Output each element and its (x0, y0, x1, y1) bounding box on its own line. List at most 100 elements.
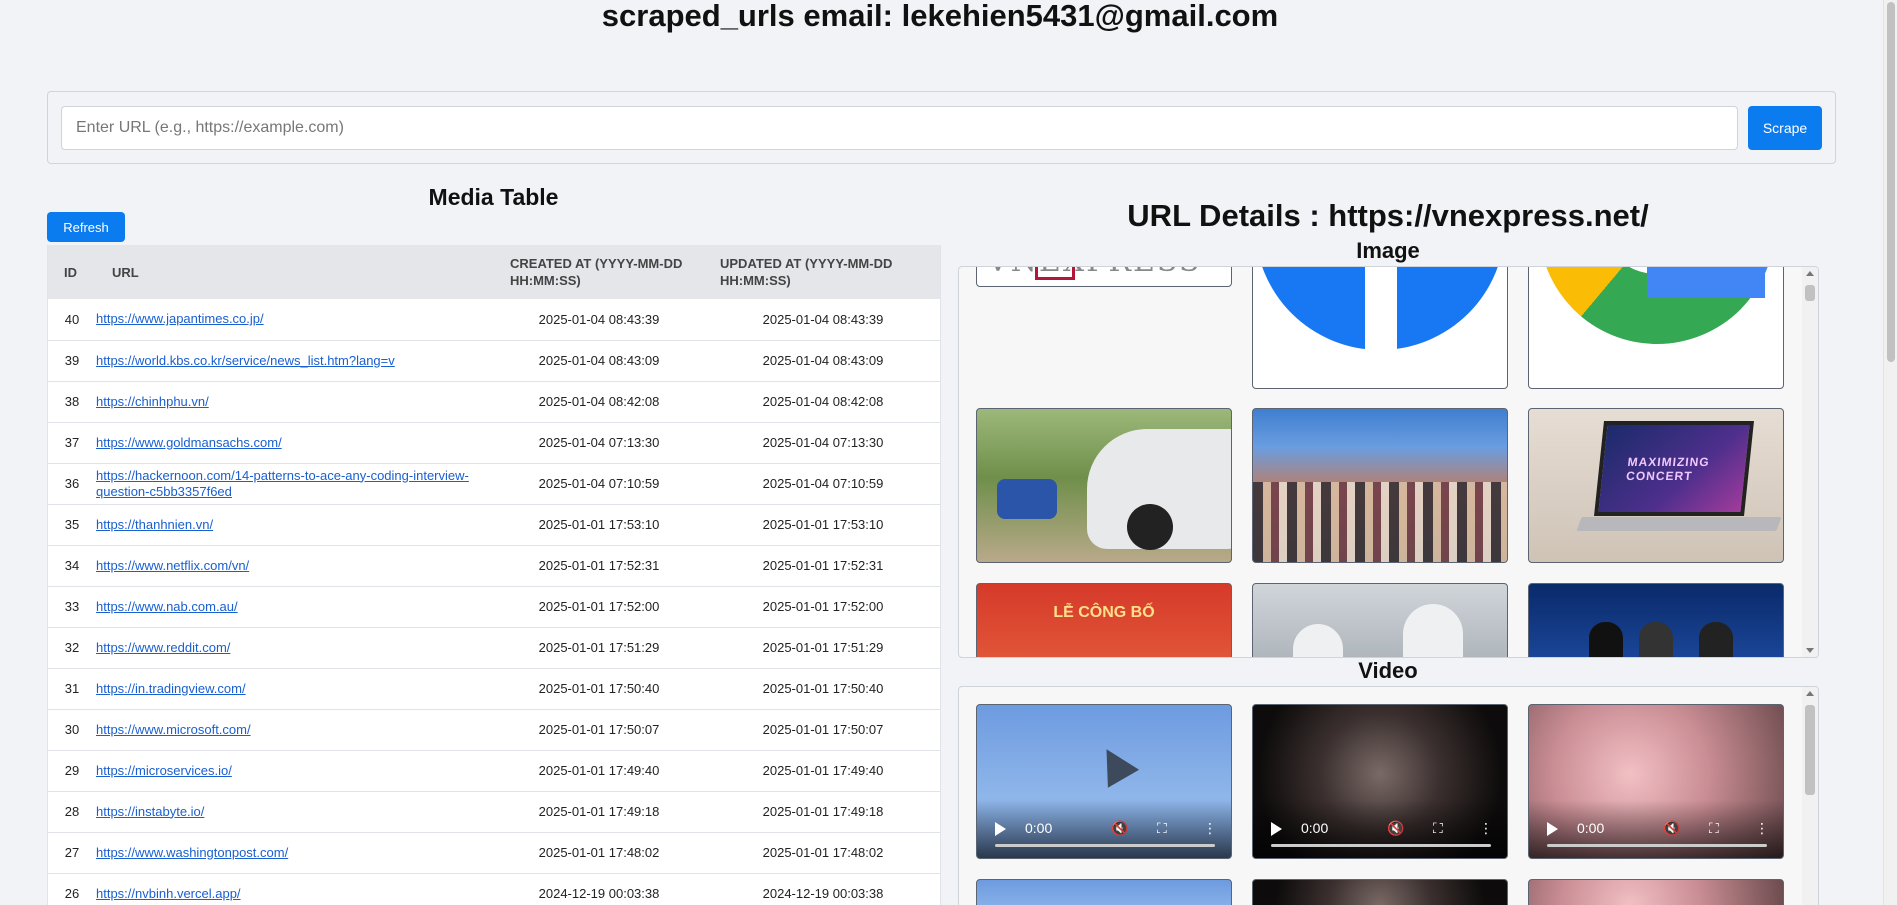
row-url-link[interactable]: https://thanhnien.vn/ (96, 517, 213, 532)
fullscreen-icon[interactable]: ⛶ (1709, 820, 1719, 837)
image-gallery-scrollbar[interactable] (1802, 267, 1818, 657)
page-scrollbar-thumb[interactable] (1887, 2, 1895, 362)
url-input[interactable] (61, 106, 1738, 150)
video-player[interactable] (976, 879, 1232, 905)
row-url-link[interactable]: https://chinhphu.vn/ (96, 394, 209, 409)
row-url-cell: https://world.kbs.co.kr/service/news_lis… (96, 340, 494, 381)
more-options-icon[interactable]: ⋮ (1203, 820, 1217, 837)
row-url-cell: https://www.japantimes.co.jp/ (96, 299, 494, 340)
laptop-concert-photo: MAXIMIZING CONCERT (1528, 408, 1784, 563)
image-section-label: Image (1356, 238, 1420, 263)
row-updated-at: 2025-01-04 07:13:30 (762, 435, 884, 450)
row-id: 35 (64, 517, 80, 532)
video-progress-bar[interactable] (1271, 844, 1491, 847)
scrape-button[interactable]: Scrape (1748, 106, 1822, 150)
table-body: 40 https://www.japantimes.co.jp/2025-01-0… (48, 299, 940, 905)
row-url-cell: https://nvbinh.vercel.app/ (96, 873, 494, 905)
play-icon[interactable] (1547, 822, 1558, 836)
play-icon[interactable] (995, 822, 1006, 836)
scroll-down-arrow-icon[interactable] (1806, 648, 1814, 653)
row-url-link[interactable]: https://hackernoon.com/14-patterns-to-ac… (96, 468, 469, 499)
row-created-at: 2025-01-04 07:13:30 (538, 435, 660, 450)
fullscreen-icon[interactable]: ⛶ (1433, 820, 1443, 837)
video-player[interactable]: 0:00 🔇 ⛶ ⋮ (1528, 704, 1784, 859)
electric-car-photo (976, 408, 1232, 563)
more-options-icon[interactable]: ⋮ (1479, 820, 1493, 837)
scroll-up-arrow-icon[interactable] (1806, 691, 1814, 696)
row-updated-at: 2025-01-01 17:49:18 (762, 804, 884, 819)
more-options-icon[interactable]: ⋮ (1755, 820, 1769, 837)
video-time: 0:00 (1577, 820, 1605, 836)
row-updated-at: 2025-01-01 17:48:02 (762, 845, 884, 860)
fullscreen-icon[interactable]: ⛶ (1157, 820, 1167, 837)
row-updated-at: 2025-01-01 17:50:40 (762, 681, 884, 696)
volume-icon[interactable]: 🔇 (1387, 820, 1404, 837)
conference-stage-photo (1528, 583, 1784, 657)
row-url-link[interactable]: https://microservices.io/ (96, 763, 232, 778)
video-controls: 0:00 🔇 ⛶ ⋮ (1529, 800, 1783, 858)
row-url-link[interactable]: https://www.reddit.com/ (96, 640, 230, 655)
row-updated-at: 2024-12-19 00:03:38 (762, 886, 884, 901)
row-url-link[interactable]: https://www.japantimes.co.jp/ (96, 311, 264, 326)
row-url-link[interactable]: https://instabyte.io/ (96, 804, 204, 819)
table-row: 32 https://www.reddit.com/2025-01-01 17:5… (48, 627, 940, 668)
row-url-cell: https://www.washingtonpost.com/ (96, 832, 494, 873)
row-url-link[interactable]: https://www.washingtonpost.com/ (96, 845, 288, 860)
video-player[interactable]: 0:00 🔇 ⛶ ⋮ (1252, 704, 1508, 859)
volume-icon[interactable]: 🔇 (1663, 820, 1680, 837)
row-url-cell: https://instabyte.io/ (96, 791, 494, 832)
row-url-link[interactable]: https://www.goldmansachs.com/ (96, 435, 282, 450)
image-gallery: VNEXPRESS MAXIMIZING CONCERT LỄ CÔNG BỐ (958, 266, 1819, 658)
row-url-link[interactable]: https://www.microsoft.com/ (96, 722, 251, 737)
refresh-button[interactable]: Refresh (47, 212, 125, 242)
row-id: 38 (64, 394, 80, 409)
play-icon[interactable] (1271, 822, 1282, 836)
row-url-cell: https://in.tradingview.com/ (96, 668, 494, 709)
row-created-at: 2025-01-01 17:52:31 (538, 558, 660, 573)
row-url-link[interactable]: https://www.netflix.com/vn/ (96, 558, 249, 573)
scroll-up-arrow-icon[interactable] (1806, 271, 1814, 276)
row-url-cell: https://www.reddit.com/ (96, 627, 494, 668)
video-time: 0:00 (1301, 820, 1329, 836)
concert-poster-text: MAXIMIZING CONCERT (1625, 455, 1711, 483)
row-created-at: 2025-01-01 17:53:10 (538, 517, 660, 532)
row-id: 27 (64, 845, 80, 860)
video-player[interactable] (1252, 879, 1508, 905)
video-gallery: 0:00 🔇 ⛶ ⋮ 0:00 🔇 ⛶ ⋮ 0:00 🔇 ⛶ ⋮ (958, 686, 1819, 905)
vnexpress-logo-image: VNEXPRESS (976, 267, 1232, 287)
video-progress-bar[interactable] (1547, 844, 1767, 847)
page-scrollbar[interactable] (1883, 0, 1897, 905)
row-url-link[interactable]: https://www.nab.com.au/ (96, 599, 238, 614)
supermarket-crowd-photo (1252, 408, 1508, 563)
video-gallery-scroll-thumb[interactable] (1805, 705, 1815, 795)
row-id: 29 (64, 763, 80, 778)
row-updated-at: 2025-01-01 17:53:10 (762, 517, 884, 532)
row-url-link[interactable]: https://nvbinh.vercel.app/ (96, 886, 241, 901)
video-player[interactable]: 0:00 🔇 ⛶ ⋮ (976, 704, 1232, 859)
media-table-title: Media Table (428, 184, 559, 210)
url-details-title: URL Details : https://vnexpress.net/ (1127, 198, 1649, 233)
table-row: 40 https://www.japantimes.co.jp/2025-01-0… (48, 299, 940, 340)
column-header-url: URL (112, 264, 139, 280)
volume-icon[interactable]: 🔇 (1111, 820, 1128, 837)
row-updated-at: 2025-01-04 08:43:09 (762, 353, 884, 368)
image-gallery-scroll-thumb[interactable] (1805, 285, 1815, 301)
row-url-link[interactable]: https://in.tradingview.com/ (96, 681, 246, 696)
video-gallery-scrollbar[interactable] (1802, 687, 1818, 905)
video-progress-bar[interactable] (995, 844, 1215, 847)
table-row: 34 https://www.netflix.com/vn/2025-01-01 … (48, 545, 940, 586)
row-updated-at: 2025-01-01 17:52:31 (762, 558, 884, 573)
table-row: 35 https://thanhnien.vn/2025-01-01 17:53:… (48, 504, 940, 545)
row-id: 36 (64, 476, 80, 491)
column-header-updated: UPDATED AT (YYYY-MM-DD HH:MM:SS) (720, 256, 893, 288)
video-player[interactable] (1528, 879, 1784, 905)
row-id: 28 (64, 804, 80, 819)
row-created-at: 2025-01-04 07:10:59 (538, 476, 660, 491)
vnexpress-logo-text: VNEXPRESS (987, 267, 1201, 279)
laboratory-photo (1252, 583, 1508, 657)
row-created-at: 2025-01-01 17:50:40 (538, 681, 660, 696)
jet-image (1090, 740, 1140, 788)
row-url-link[interactable]: https://world.kbs.co.kr/service/news_lis… (96, 353, 395, 368)
table-row: 39 https://world.kbs.co.kr/service/news_l… (48, 340, 940, 381)
row-id: 30 (64, 722, 80, 737)
